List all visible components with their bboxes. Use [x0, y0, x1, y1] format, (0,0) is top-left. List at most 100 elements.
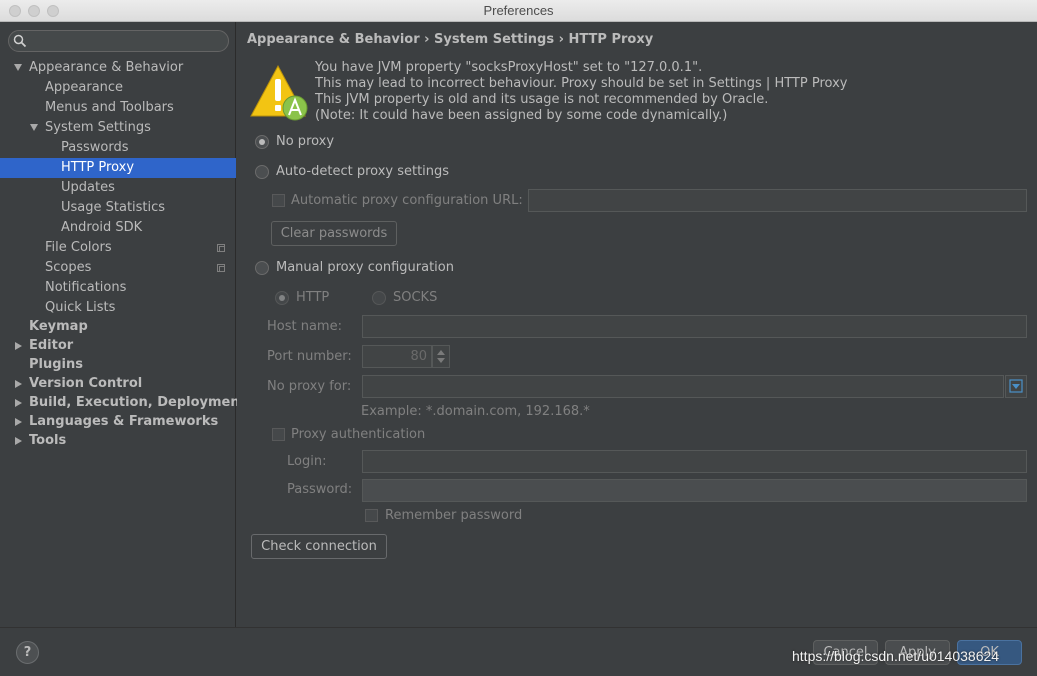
- sidebar-item-languages-frameworks[interactable]: Languages & Frameworks: [0, 412, 236, 432]
- project-level-icon: [217, 264, 225, 272]
- proxy-auth-label: Proxy authentication: [291, 427, 426, 442]
- warning-message: You have JVM property "socksProxyHost" s…: [315, 60, 847, 124]
- expand-field-button[interactable]: [1005, 375, 1027, 398]
- no-proxy-for-label: No proxy for:: [267, 379, 352, 394]
- sidebar-item-label: HTTP Proxy: [61, 160, 135, 175]
- login-label: Login:: [287, 454, 327, 469]
- breadcrumb: Appearance & Behavior › System Settings …: [247, 32, 654, 47]
- sidebar-item-label: Appearance: [45, 80, 124, 95]
- no-proxy-example: Example: *.domain.com, 192.168.*: [361, 404, 590, 419]
- sidebar-item-label: System Settings: [45, 120, 151, 135]
- help-button[interactable]: ?: [16, 641, 39, 664]
- sidebar-item-appearance-behavior[interactable]: Appearance & Behavior: [0, 58, 236, 78]
- sidebar-item-label: Android SDK: [61, 220, 143, 235]
- sidebar-item-label: Plugins: [29, 357, 83, 372]
- auto-detect-radio[interactable]: [255, 165, 269, 179]
- sidebar-item-usage-statistics[interactable]: Usage Statistics: [0, 198, 236, 218]
- sidebar-item-label: File Colors: [45, 240, 112, 255]
- no-proxy-label: No proxy: [276, 134, 335, 149]
- warning-line: (Note: It could have been assigned by so…: [315, 108, 728, 123]
- project-level-icon: [217, 244, 225, 252]
- title-bar: Preferences: [0, 0, 1037, 22]
- no-proxy-radio[interactable]: [255, 135, 269, 149]
- sidebar-item-label: Tools: [29, 433, 67, 448]
- sidebar-item-label: Languages & Frameworks: [29, 414, 219, 429]
- remember-password-label: Remember password: [385, 508, 523, 523]
- socks-label: SOCKS: [393, 290, 438, 305]
- sidebar-item-system-settings[interactable]: System Settings: [0, 118, 236, 138]
- settings-sidebar: Appearance & Behavior Appearance Menus a…: [0, 22, 246, 627]
- check-connection-button[interactable]: Check connection: [251, 534, 387, 559]
- warning-line: This may lead to incorrect behaviour. Pr…: [315, 76, 848, 91]
- no-proxy-for-field[interactable]: [362, 375, 1004, 398]
- sidebar-item-appearance[interactable]: Appearance: [0, 78, 236, 98]
- warning-line: This JVM property is old and its usage i…: [315, 92, 769, 107]
- sidebar-item-label: Quick Lists: [45, 300, 116, 315]
- sidebar-item-label: Updates: [61, 180, 115, 195]
- chevron-down-icon[interactable]: [14, 64, 22, 71]
- port-number-label: Port number:: [267, 349, 352, 364]
- sidebar-item-updates[interactable]: Updates: [0, 178, 236, 198]
- sidebar-item-label: Build, Execution, Deployment: [29, 395, 246, 410]
- socks-radio[interactable]: [372, 291, 386, 305]
- manual-proxy-label: Manual proxy configuration: [276, 260, 454, 275]
- sidebar-item-label: Usage Statistics: [61, 200, 166, 215]
- password-label: Password:: [287, 482, 353, 497]
- sidebar-item-tools[interactable]: Tools: [0, 431, 236, 451]
- chevron-right-icon[interactable]: [15, 342, 22, 350]
- warning-icon: [250, 64, 308, 121]
- sidebar-item-http-proxy[interactable]: HTTP Proxy: [0, 158, 236, 178]
- sidebar-item-keymap[interactable]: Keymap: [0, 317, 236, 337]
- host-name-field[interactable]: [362, 315, 1027, 338]
- port-stepper[interactable]: [432, 345, 450, 368]
- sidebar-item-editor[interactable]: Editor: [0, 336, 236, 356]
- auto-config-url-checkbox[interactable]: [272, 194, 285, 207]
- proxy-auth-checkbox[interactable]: [272, 428, 285, 441]
- auto-detect-label: Auto-detect proxy settings: [276, 164, 450, 179]
- chevron-right-icon[interactable]: [15, 418, 22, 426]
- sidebar-item-label: Keymap: [29, 319, 88, 334]
- window-title: Preferences: [483, 3, 554, 18]
- chevron-right-icon[interactable]: [15, 399, 22, 407]
- sidebar-item-label: Version Control: [29, 376, 143, 391]
- warning-line: You have JVM property "socksProxyHost" s…: [315, 60, 703, 75]
- sidebar-item-plugins[interactable]: Plugins: [0, 355, 236, 375]
- search-input[interactable]: [8, 30, 229, 52]
- sidebar-item-passwords[interactable]: Passwords: [0, 138, 236, 158]
- auto-config-url-field[interactable]: [528, 189, 1027, 212]
- sidebar-item-file-colors[interactable]: File Colors: [0, 238, 236, 258]
- http-radio[interactable]: [275, 291, 289, 305]
- settings-content: Appearance & Behavior › System Settings …: [237, 22, 1037, 627]
- sidebar-item-label: Scopes: [45, 260, 92, 275]
- sidebar-item-notifications[interactable]: Notifications: [0, 278, 236, 298]
- sidebar-item-label: Passwords: [61, 140, 129, 155]
- chevron-right-icon[interactable]: [15, 380, 22, 388]
- expand-icon: [1009, 379, 1023, 393]
- sidebar-item-android-sdk[interactable]: Android SDK: [0, 218, 236, 238]
- remember-password-checkbox[interactable]: [365, 509, 378, 522]
- port-number-value: 80: [410, 349, 427, 364]
- port-number-field[interactable]: 80: [362, 345, 432, 368]
- auto-config-url-label: Automatic proxy configuration URL:: [291, 193, 523, 208]
- sidebar-item-label: Menus and Toolbars: [45, 100, 174, 115]
- search-icon: [13, 34, 27, 48]
- password-field[interactable]: [362, 479, 1027, 502]
- sidebar-item-version-control[interactable]: Version Control: [0, 374, 236, 394]
- sidebar-item-build-execution-deployment[interactable]: Build, Execution, Deployment: [0, 393, 246, 413]
- chevron-right-icon[interactable]: [15, 437, 22, 445]
- sidebar-item-label: Appearance & Behavior: [29, 60, 184, 75]
- host-name-label: Host name:: [267, 319, 342, 334]
- sidebar-item-label: Editor: [29, 338, 74, 353]
- stepper-arrows-icon: [437, 350, 445, 363]
- dialog-footer: ? Cancel Apply OK https://blog.csdn.net/…: [0, 627, 1037, 676]
- manual-proxy-radio[interactable]: [255, 261, 269, 275]
- watermark-text: https://blog.csdn.net/u014038624: [792, 648, 1000, 664]
- sidebar-item-menus-toolbars[interactable]: Menus and Toolbars: [0, 98, 236, 118]
- sidebar-item-scopes[interactable]: Scopes: [0, 258, 236, 278]
- sidebar-item-label: Notifications: [45, 280, 127, 295]
- login-field[interactable]: [362, 450, 1027, 473]
- chevron-down-icon[interactable]: [30, 124, 38, 131]
- clear-passwords-button[interactable]: Clear passwords: [271, 221, 397, 246]
- sidebar-item-quick-lists[interactable]: Quick Lists: [0, 298, 236, 318]
- http-label: HTTP: [296, 290, 330, 305]
